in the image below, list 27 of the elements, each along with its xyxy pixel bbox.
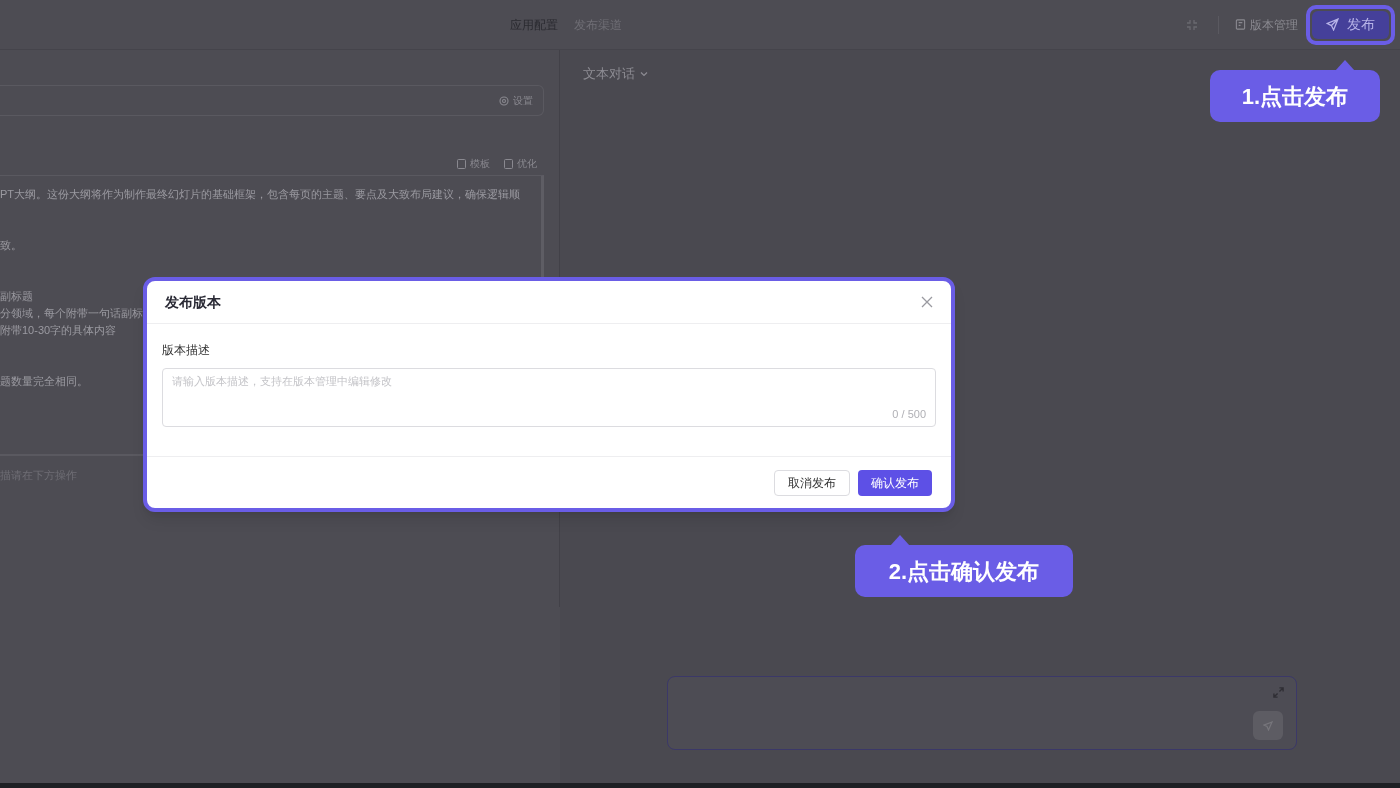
publish-button[interactable]: 发布 <box>1312 10 1389 39</box>
prompt-text-line: 副标题 <box>0 289 33 304</box>
field-label: 版本描述 <box>162 342 211 359</box>
callout-bubble: 1.点击发布 <box>1210 70 1380 122</box>
prompt-text-line: 附带10-30字的具体内容 <box>0 323 117 338</box>
character-counter: 0 / 500 <box>892 406 926 422</box>
callout-bubble: 2.点击确认发布 <box>855 545 1073 597</box>
dialog-title: 发布版本 <box>165 292 221 312</box>
collapse-icon[interactable] <box>1186 18 1198 31</box>
settings-icon <box>499 95 509 106</box>
send-icon <box>1326 18 1339 31</box>
send-button[interactable] <box>1253 711 1283 740</box>
confirm-publish-button[interactable]: 确认发布 <box>858 469 932 496</box>
document-icon <box>1235 19 1246 30</box>
edit-icon <box>504 158 513 169</box>
prompt-text-line: PT大纲。这份大纲将作为制作最终幻灯片的基础框架，包含每页的主题、要点及大致布局建议，确保逻辑顺 <box>0 187 521 202</box>
callout-pointer <box>1335 60 1355 71</box>
prompt-text-line: 题数量完全相同。 <box>0 374 88 389</box>
close-icon[interactable] <box>921 296 933 308</box>
expand-icon[interactable] <box>1273 687 1284 698</box>
callout-pointer <box>890 535 910 546</box>
cancel-publish-button[interactable]: 取消发布 <box>774 469 850 496</box>
send-icon <box>1263 720 1273 731</box>
chat-input[interactable] <box>667 676 1297 750</box>
document-icon <box>457 158 466 169</box>
prompt-text-line: 致。 <box>0 238 22 253</box>
mode-selector[interactable]: 文本对话 <box>583 64 635 84</box>
